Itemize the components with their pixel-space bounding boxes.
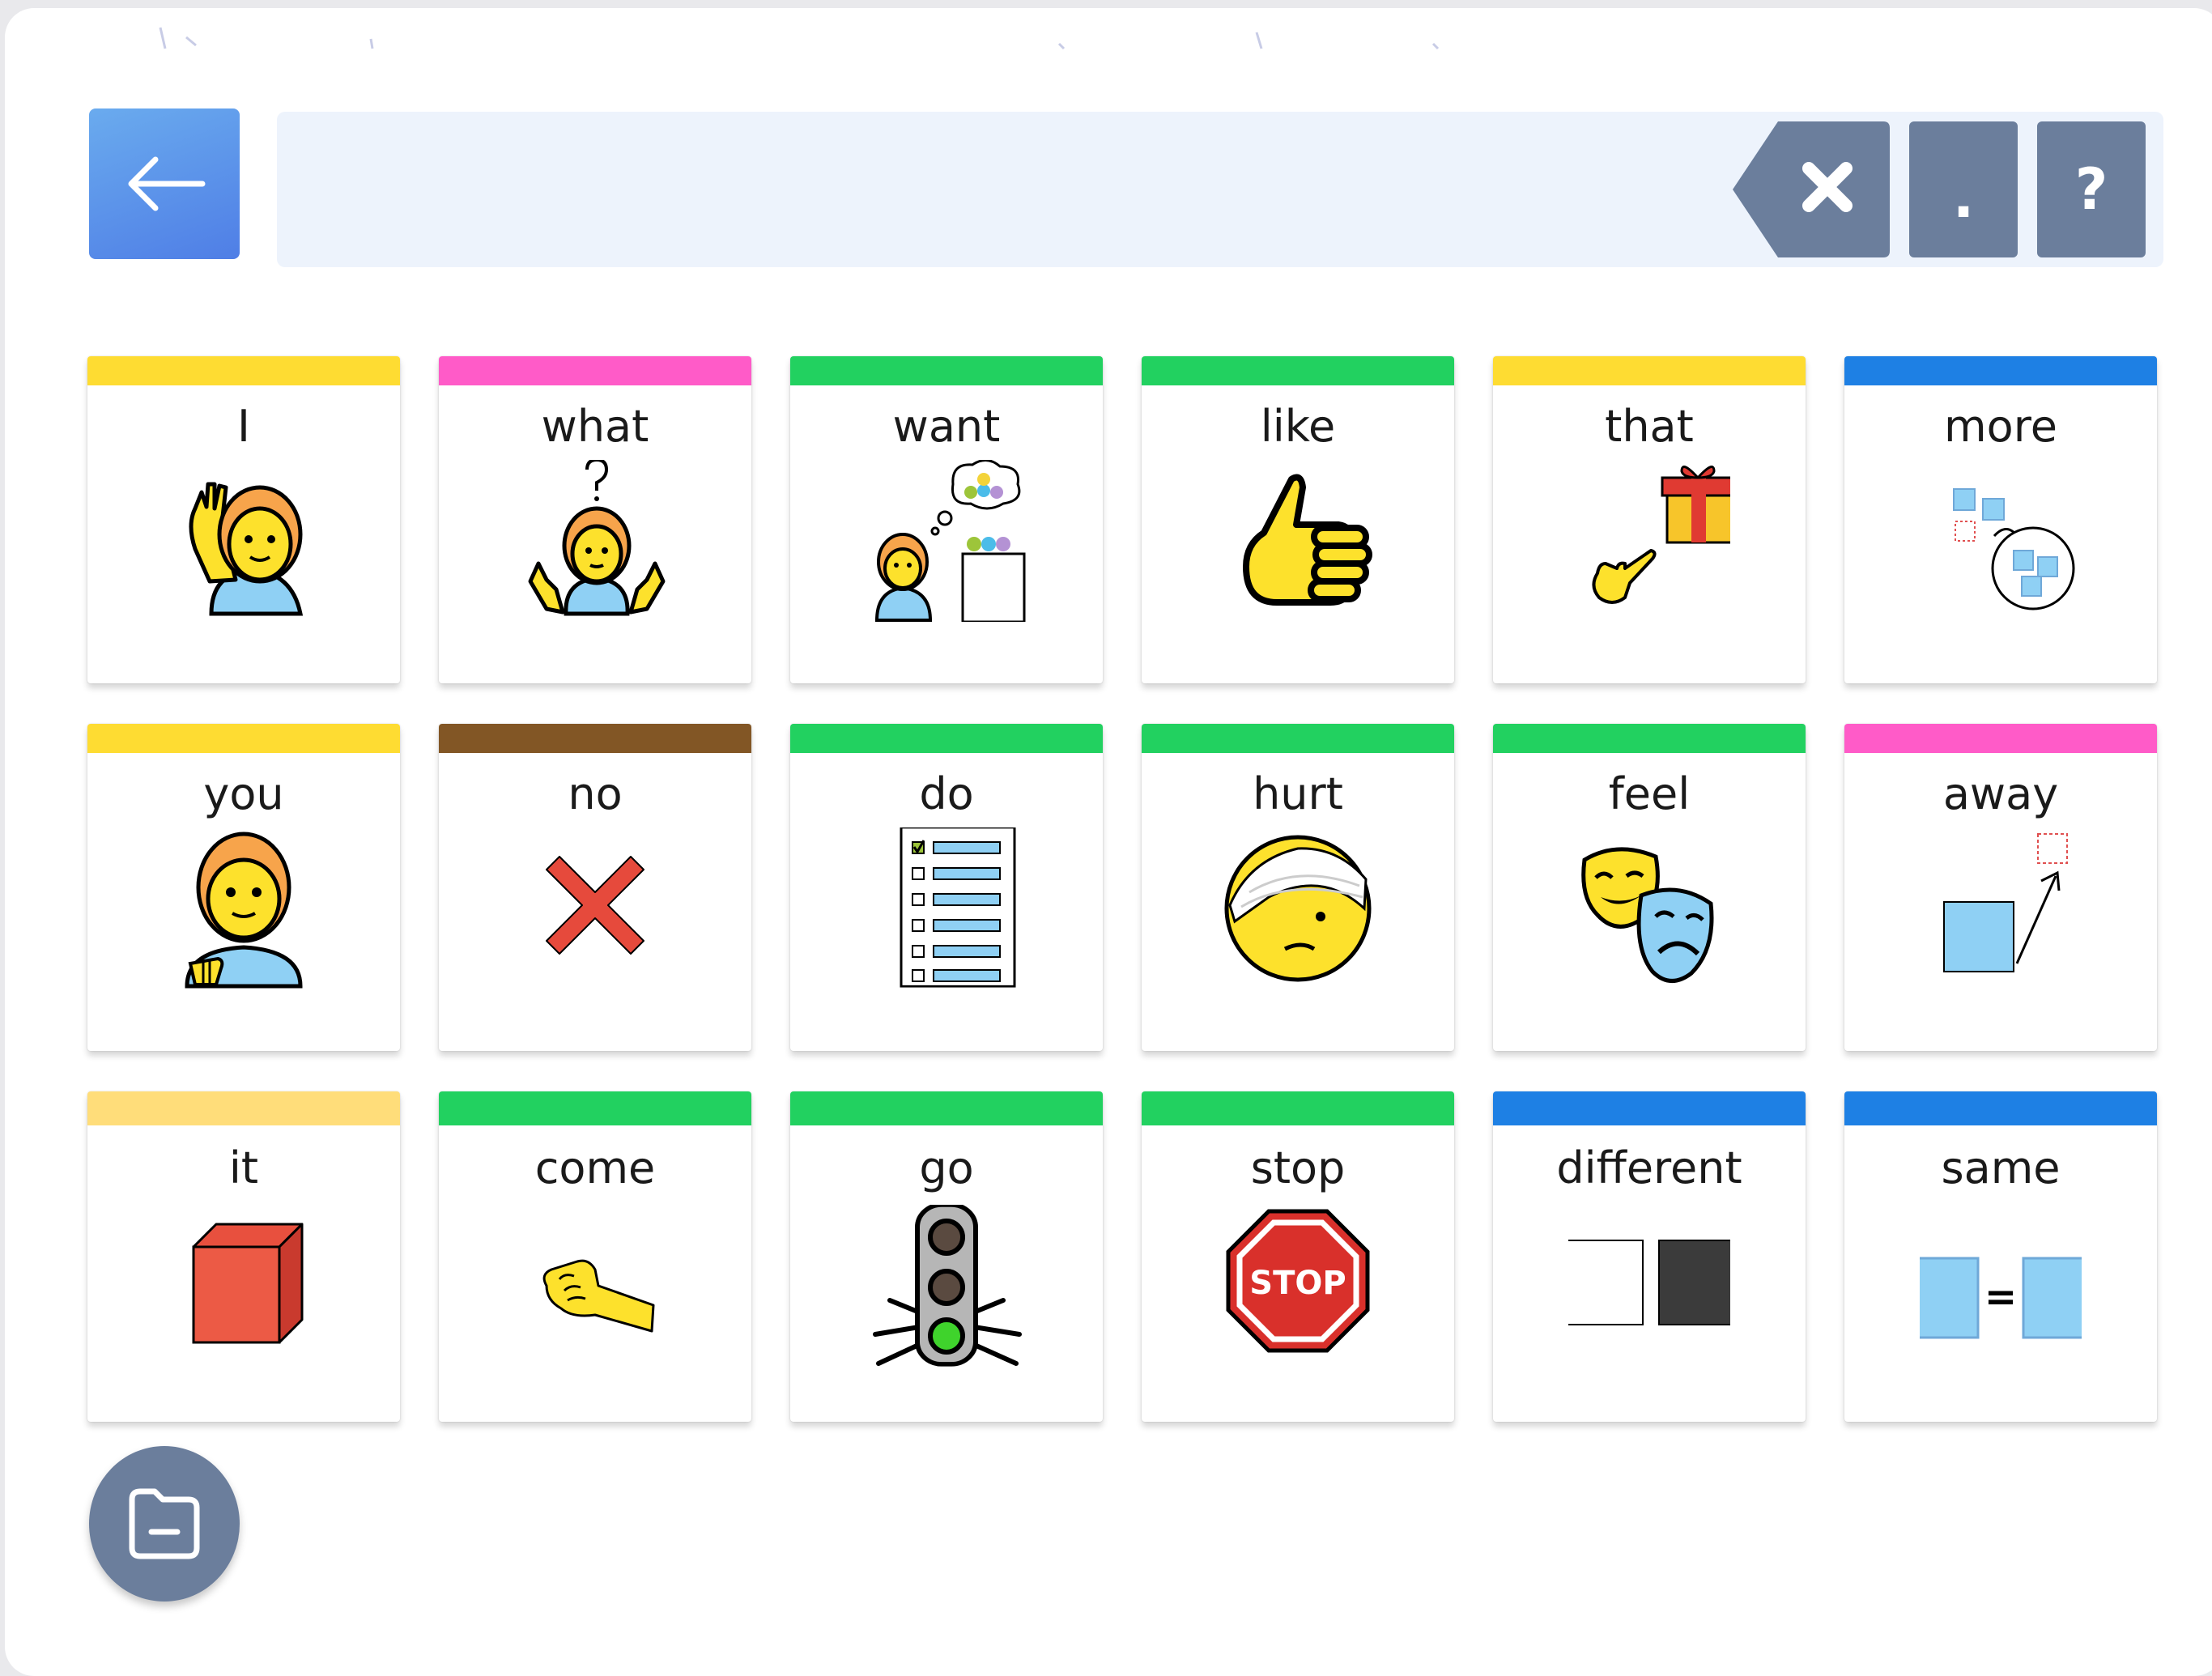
tile-want[interactable]: want bbox=[790, 356, 1103, 683]
stop-sign-text: STOP bbox=[1249, 1265, 1346, 1302]
tile-like[interactable]: like bbox=[1142, 356, 1454, 683]
tile-away[interactable]: away bbox=[1844, 724, 2157, 1051]
category-bar bbox=[1844, 1091, 2157, 1125]
green-traffic-light-icon bbox=[873, 1205, 1022, 1367]
person-shrugging-question-icon bbox=[528, 460, 666, 616]
bandaged-face-icon bbox=[1224, 835, 1372, 982]
equal-squares-icon: = bbox=[1920, 1257, 2082, 1339]
category-bar bbox=[1493, 1091, 1806, 1125]
tile-you[interactable]: you bbox=[87, 724, 400, 1051]
person-pointing-you-icon bbox=[185, 832, 303, 989]
tile-come[interactable]: come bbox=[439, 1091, 751, 1422]
stop-sign-icon: STOP bbox=[1226, 1209, 1370, 1353]
equals-sign: = bbox=[1984, 1274, 2017, 1320]
tile-label: no bbox=[568, 768, 623, 819]
thumbs-up-icon bbox=[1243, 474, 1372, 606]
pointing-at-gift-icon bbox=[1592, 466, 1730, 604]
tile-label: go bbox=[919, 1142, 974, 1193]
checklist-icon bbox=[900, 827, 1016, 988]
tile-label: it bbox=[228, 1142, 259, 1193]
tile-go[interactable]: go bbox=[790, 1091, 1103, 1422]
square-moving-away-icon bbox=[1943, 833, 2068, 972]
back-button[interactable] bbox=[89, 108, 240, 259]
tile-label: like bbox=[1260, 401, 1336, 452]
arrow-left-icon bbox=[128, 156, 206, 211]
category-bar bbox=[790, 356, 1103, 385]
tile-more[interactable]: more bbox=[1844, 356, 2157, 683]
tile-label: that bbox=[1605, 401, 1694, 452]
white-black-squares-icon bbox=[1568, 1240, 1730, 1325]
folder-minus-icon bbox=[129, 1488, 200, 1559]
theater-masks-icon bbox=[1581, 847, 1714, 983]
person-raising-hand-icon bbox=[189, 482, 304, 616]
period-label: . bbox=[1952, 164, 1975, 231]
tile-label: come bbox=[534, 1142, 656, 1193]
tile-label: more bbox=[1944, 401, 2057, 452]
tile-label: different bbox=[1556, 1142, 1742, 1193]
category-bar bbox=[1844, 724, 2157, 753]
red-cube-icon bbox=[192, 1223, 304, 1344]
category-bar bbox=[1844, 356, 2157, 385]
category-bar bbox=[87, 1091, 400, 1125]
tile-i[interactable]: I bbox=[87, 356, 400, 683]
tile-label: stop bbox=[1250, 1142, 1346, 1193]
tile-label: away bbox=[1942, 768, 2059, 819]
more-squares-icon bbox=[1953, 488, 2075, 610]
category-bar bbox=[790, 724, 1103, 753]
category-bar bbox=[439, 1091, 751, 1125]
tile-hurt[interactable]: hurt bbox=[1142, 724, 1454, 1051]
red-x-icon bbox=[546, 856, 644, 955]
category-bar bbox=[439, 356, 751, 385]
person-thinking-want-icon bbox=[874, 460, 1026, 622]
category-bar bbox=[87, 356, 400, 385]
tile-label: same bbox=[1941, 1142, 2061, 1193]
clear-button[interactable] bbox=[1733, 121, 1890, 257]
faint-scribble-marks bbox=[159, 27, 1440, 50]
beckoning-hand-icon bbox=[542, 1259, 655, 1333]
tile-label: I bbox=[237, 401, 250, 452]
category-bar bbox=[1493, 356, 1806, 385]
tile-feel[interactable]: feel bbox=[1493, 724, 1806, 1051]
period-button[interactable]: . bbox=[1909, 121, 2018, 257]
category-bar bbox=[1142, 356, 1454, 385]
tile-what[interactable]: what bbox=[439, 356, 751, 683]
symbol-grid: I what want like that more you no do hur… bbox=[87, 356, 2157, 1422]
tile-label: hurt bbox=[1253, 768, 1343, 819]
category-bar bbox=[790, 1091, 1103, 1125]
question-button[interactable]: ? bbox=[2037, 121, 2146, 257]
category-bar bbox=[1142, 1091, 1454, 1125]
question-label: ? bbox=[2074, 156, 2108, 223]
tile-label: do bbox=[919, 768, 974, 819]
tile-that[interactable]: that bbox=[1493, 356, 1806, 683]
tile-label: feel bbox=[1608, 768, 1691, 819]
tile-it[interactable]: it bbox=[87, 1091, 400, 1422]
category-bar bbox=[439, 724, 751, 753]
tile-label: what bbox=[541, 401, 649, 452]
category-bar bbox=[87, 724, 400, 753]
tile-same[interactable]: same = bbox=[1844, 1091, 2157, 1422]
folder-button[interactable] bbox=[89, 1446, 240, 1602]
category-bar bbox=[1142, 724, 1454, 753]
tile-label: want bbox=[892, 401, 1001, 452]
tile-stop[interactable]: stop STOP bbox=[1142, 1091, 1454, 1422]
tile-different[interactable]: different bbox=[1493, 1091, 1806, 1422]
tile-label: you bbox=[203, 768, 284, 819]
tile-do[interactable]: do bbox=[790, 724, 1103, 1051]
tile-no[interactable]: no bbox=[439, 724, 751, 1051]
category-bar bbox=[1493, 724, 1806, 753]
